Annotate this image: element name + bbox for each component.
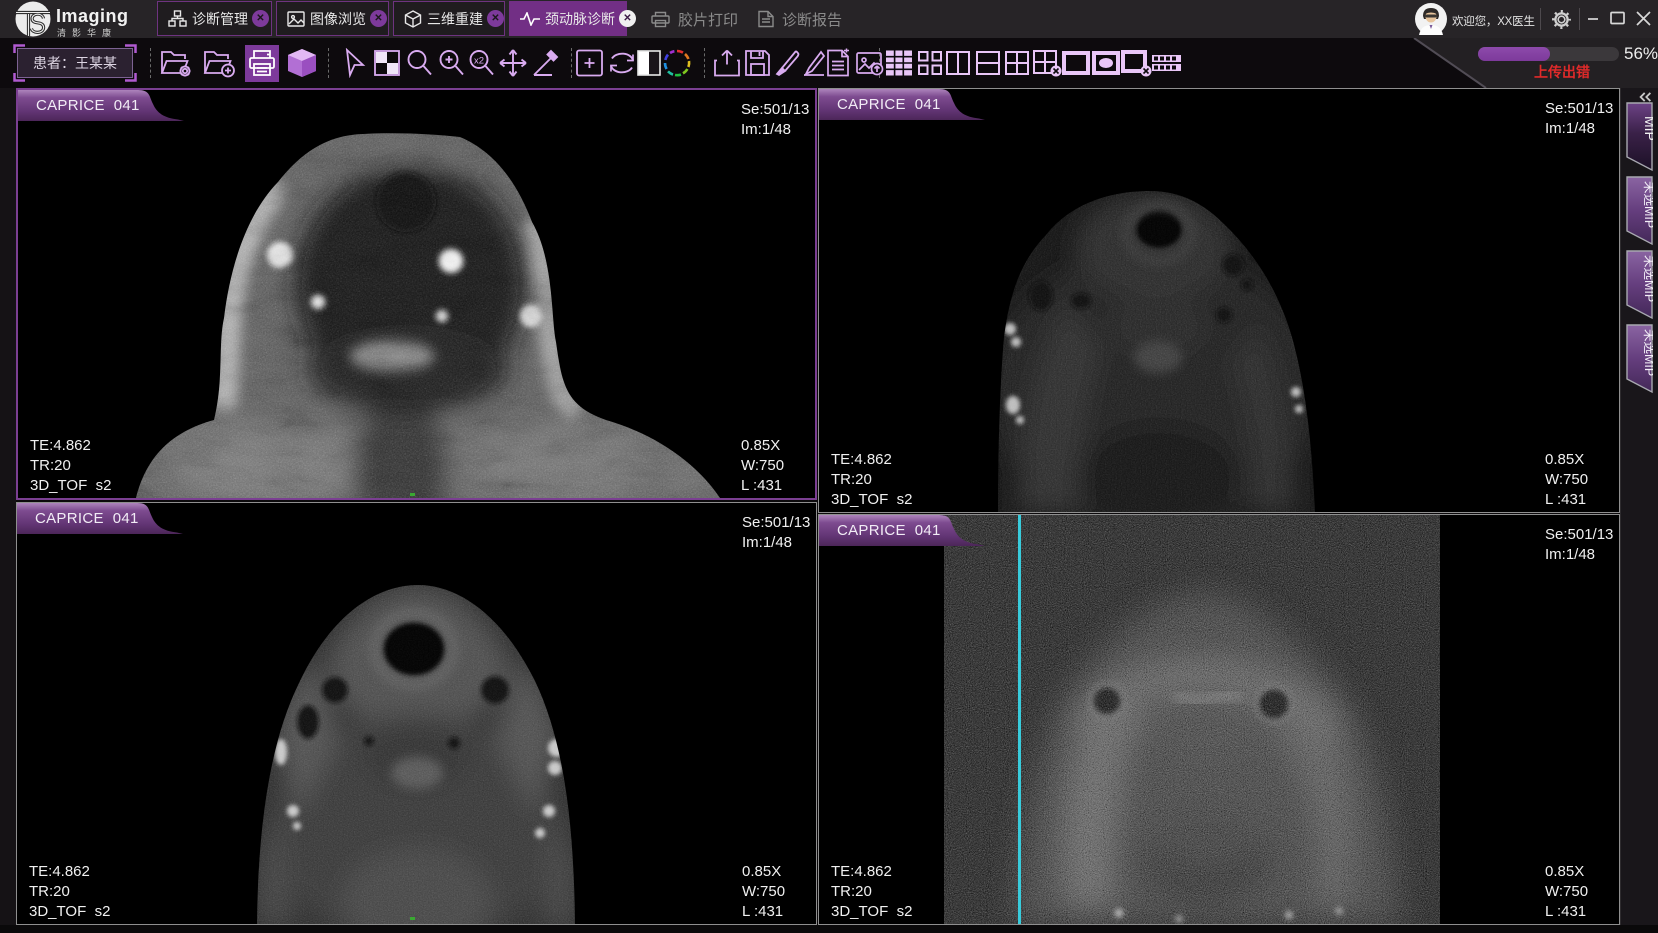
svg-text:未选MIP: 未选MIP — [1642, 329, 1653, 376]
svg-text:MIP: MIP — [1642, 116, 1653, 141]
svg-text:x2: x2 — [474, 56, 484, 67]
svg-text:未选MIP: 未选MIP — [1642, 181, 1653, 228]
svg-text:未选MIP: 未选MIP — [1642, 255, 1653, 302]
